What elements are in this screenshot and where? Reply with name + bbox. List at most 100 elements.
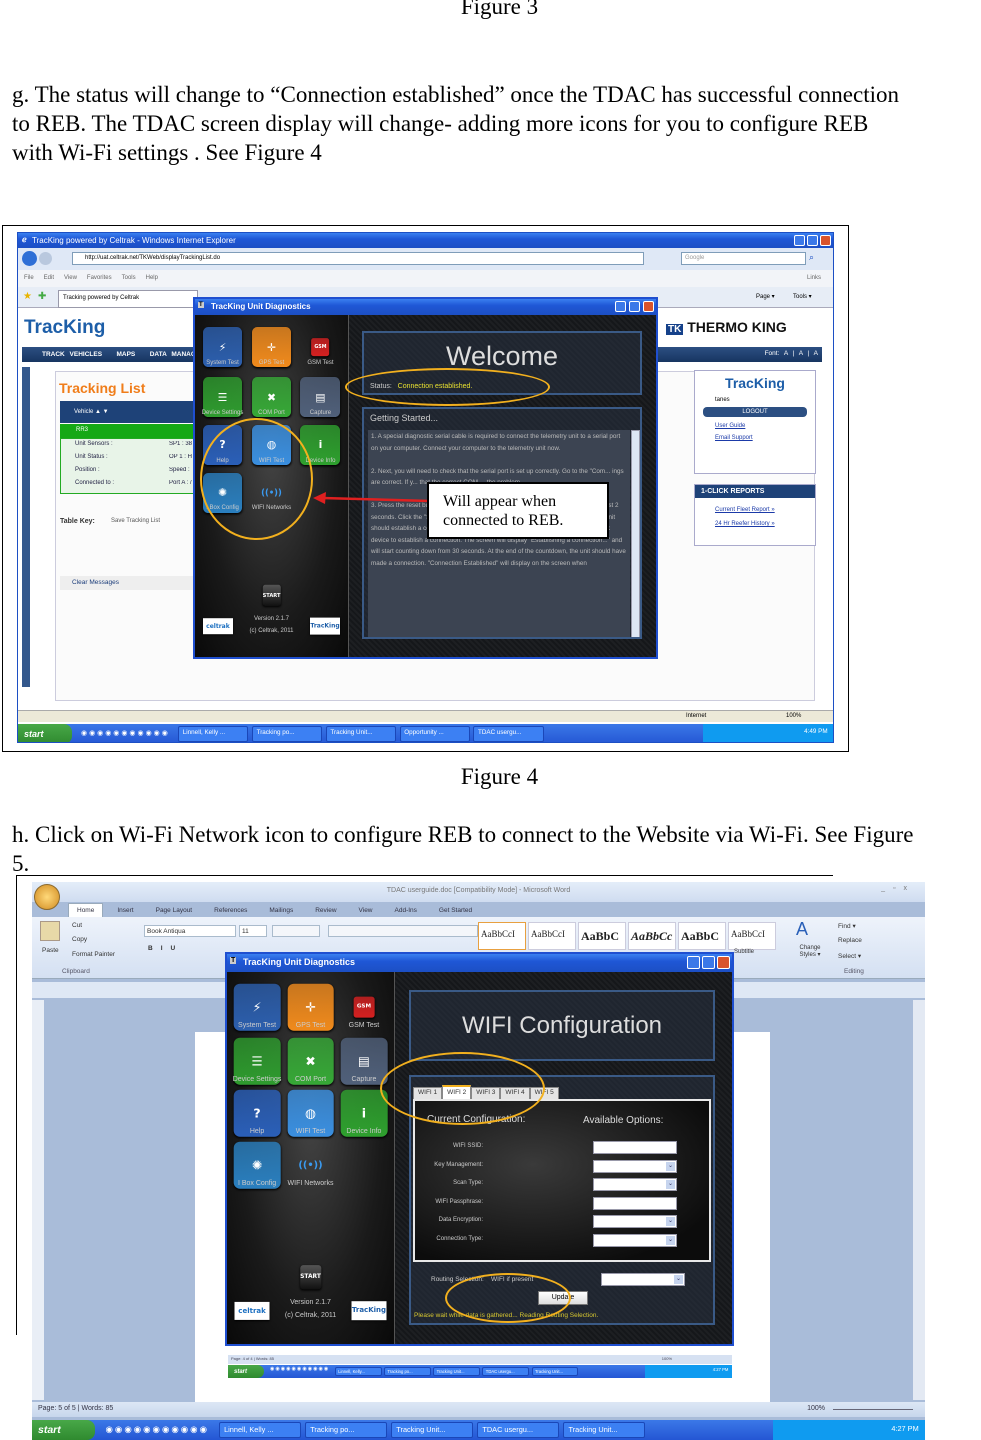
style-swatch[interactable]: AaBbCcI [728,922,776,950]
icon-label[interactable]: WIFI Test [296,1128,325,1135]
taskbar-item[interactable]: Linnell, Kelly ... [178,726,249,742]
font-size-controls[interactable]: Font: A | A | A [765,350,818,357]
icon-label[interactable]: Device Info [346,1128,381,1135]
field-input[interactable] [593,1196,677,1210]
logout-button[interactable]: LOGOUT [703,407,807,417]
start-button[interactable]: START [299,1265,322,1289]
taskbar-item[interactable]: Tracking Unit... [325,726,396,742]
tab-insert[interactable]: Insert [109,904,141,917]
style-swatch[interactable]: AaBbCcI [528,922,576,950]
icon-label[interactable]: System Test [206,360,239,366]
menu-items[interactable]: File Edit View Favorites Tools Help [24,275,168,281]
save-tracking-list[interactable]: Save Tracking List [111,518,160,524]
zoom-level[interactable]: 100% [807,1405,825,1412]
quick-launch-icons[interactable]: ◉◉◉◉◉◉◉◉◉◉◉ [270,1367,329,1372]
vehicle-row[interactable]: RR3 [60,424,196,438]
style-swatch[interactable]: AaBbC [678,922,726,950]
links-label[interactable]: Links [807,275,821,281]
nav-maps[interactable]: MAPS [116,351,135,358]
scrollbar[interactable] [631,430,640,637]
taskbar-item[interactable]: Tracking po... [252,726,323,742]
format-painter-button[interactable]: Format Painter [72,951,115,958]
field-select[interactable]: ⌄ [593,1233,677,1247]
collapsed-sidebar[interactable] [22,367,30,687]
start-button[interactable]: START [262,585,281,606]
window-controls[interactable]: _▫x [881,885,915,892]
taskbar-item[interactable]: Tracking po... [305,1422,387,1438]
icon-label[interactable]: System Test [238,1022,276,1029]
browser-tab[interactable]: Tracking powered by Celtrak [58,290,198,308]
search-input[interactable]: Google [681,252,806,265]
icon-label[interactable]: WIFI Networks [288,1180,334,1187]
taskbar-item[interactable]: Linnell, Kelly... [334,1367,382,1376]
zoom-level[interactable]: 100% [786,713,801,719]
taskbar-item[interactable]: TDAC usergu... [477,1422,560,1438]
font-size-select[interactable]: 11 [239,925,267,937]
icon-label[interactable]: Help [250,1128,264,1135]
icon-label[interactable]: COM Port [295,1076,326,1083]
paragraph-controls[interactable] [328,925,478,937]
font-name-select[interactable]: Book Antiqua [144,925,236,937]
menu-edit[interactable]: Edit [44,275,54,281]
style-swatch[interactable]: AaBbC [578,922,626,950]
icon-label[interactable]: I Box Config [238,1180,276,1187]
nav-data-management[interactable]: DATA MANAG [150,351,196,358]
tab-review[interactable]: Review [307,904,344,917]
forward-button[interactable] [39,252,52,265]
change-styles-icon[interactable]: A [796,919,808,940]
zoom-slider[interactable] [833,1409,913,1410]
icon-label[interactable]: Device Settings [233,1076,282,1083]
taskbar-item[interactable]: Tracking Unit... [531,1367,579,1376]
vehicle-column-header[interactable]: Vehicle ▲ ▼ [60,401,196,423]
copy-button[interactable]: Copy [72,936,87,943]
minimize-button[interactable] [615,301,626,312]
maximize-button[interactable] [807,235,818,246]
style-swatch[interactable]: AaBbCc [628,922,676,950]
address-bar[interactable]: http://uat.celtrak.net/TKWeb/displayTrac… [72,252,644,265]
taskbar-item[interactable]: Opportunity ... [399,726,470,742]
start-button[interactable]: start [32,1420,95,1440]
change-styles-button[interactable]: Change Styles ▾ [794,945,826,958]
field-input[interactable] [593,1141,677,1154]
find-button[interactable]: Find ▾ [838,922,856,930]
tab-home[interactable]: Home [68,903,104,917]
search-icon[interactable]: ⌕ [809,252,814,263]
field-select[interactable]: ⌄ [593,1215,677,1228]
maximize-button[interactable] [629,301,640,312]
clear-messages-button[interactable]: Clear Messages [60,576,196,590]
menu-tools[interactable]: Tools [122,275,136,281]
taskbar-item[interactable]: TDAC usergu... [473,726,544,742]
tab-get-started[interactable]: Get Started [431,904,480,917]
page-count[interactable]: Page: 5 of 5 [38,1405,76,1412]
icon-label[interactable]: Capture [310,410,331,416]
favorites-star-icon[interactable]: ★ [23,291,32,302]
tab-page-layout[interactable]: Page Layout [148,904,201,917]
taskbar-item[interactable]: TDAC usergu... [482,1367,530,1376]
nav-track-vehicles[interactable]: TRACK VEHICLES [42,351,102,358]
tab-add-ins[interactable]: Add-Ins [387,904,425,917]
routing-select[interactable]: ⌄ [601,1273,685,1286]
paste-icon[interactable] [40,921,60,941]
start-button[interactable]: start [18,724,72,742]
maximize-button[interactable] [702,956,715,969]
gsm-phone-icon[interactable]: GSM [353,996,375,1018]
paste-button[interactable]: Paste [42,947,59,954]
close-button[interactable] [643,301,654,312]
quick-launch-icons[interactable]: ◉◉◉◉◉◉◉◉◉◉◉ [81,728,170,737]
menu-help[interactable]: Help [146,275,158,281]
cut-button[interactable]: Cut [72,922,82,929]
tab-mailings[interactable]: Mailings [261,904,301,917]
icon-label[interactable]: GSM Test [349,1022,380,1029]
taskbar-item[interactable]: Tracking Unit... [391,1422,473,1438]
replace-button[interactable]: Replace [838,937,862,944]
font-grow-shrink[interactable] [272,925,320,937]
page-menu[interactable]: Page ▾ [756,293,775,300]
taskbar-item[interactable]: Tracking Unit... [433,1367,480,1376]
user-guide-link[interactable]: User Guide [715,423,815,429]
tab-view[interactable]: View [351,904,381,917]
minimize-button[interactable] [687,956,700,969]
icon-label[interactable]: Capture [351,1076,376,1083]
menu-file[interactable]: File [24,275,34,281]
quick-launch-icons[interactable]: ◉◉◉◉◉◉◉◉◉◉◉ [106,1424,209,1434]
field-select[interactable]: ⌄ [593,1178,677,1191]
